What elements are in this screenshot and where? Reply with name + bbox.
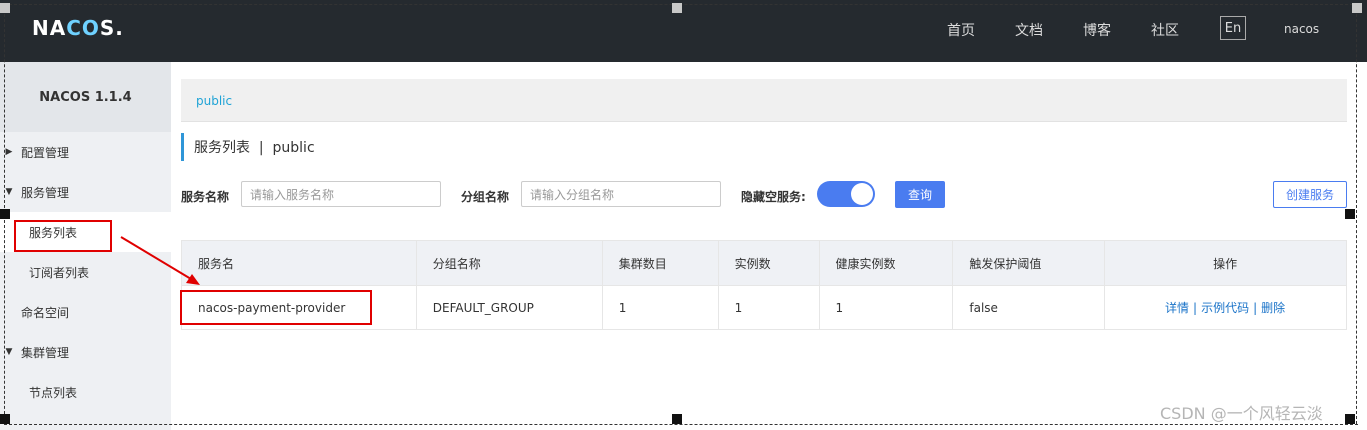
annotation-arrow <box>120 236 200 285</box>
resize-handle[interactable] <box>0 3 10 13</box>
resize-handle[interactable] <box>1352 3 1362 13</box>
watermark: CSDN @一个风轻云淡 <box>1160 404 1323 423</box>
selection-frame-right <box>1356 4 1357 424</box>
resize-handle[interactable] <box>672 414 682 424</box>
resize-handle[interactable] <box>0 414 10 424</box>
resize-handle[interactable] <box>0 209 10 219</box>
resize-handle[interactable] <box>1345 209 1355 219</box>
selection-frame-bottom <box>4 424 1358 425</box>
resize-handle[interactable] <box>1345 414 1355 424</box>
resize-handle[interactable] <box>672 3 682 13</box>
